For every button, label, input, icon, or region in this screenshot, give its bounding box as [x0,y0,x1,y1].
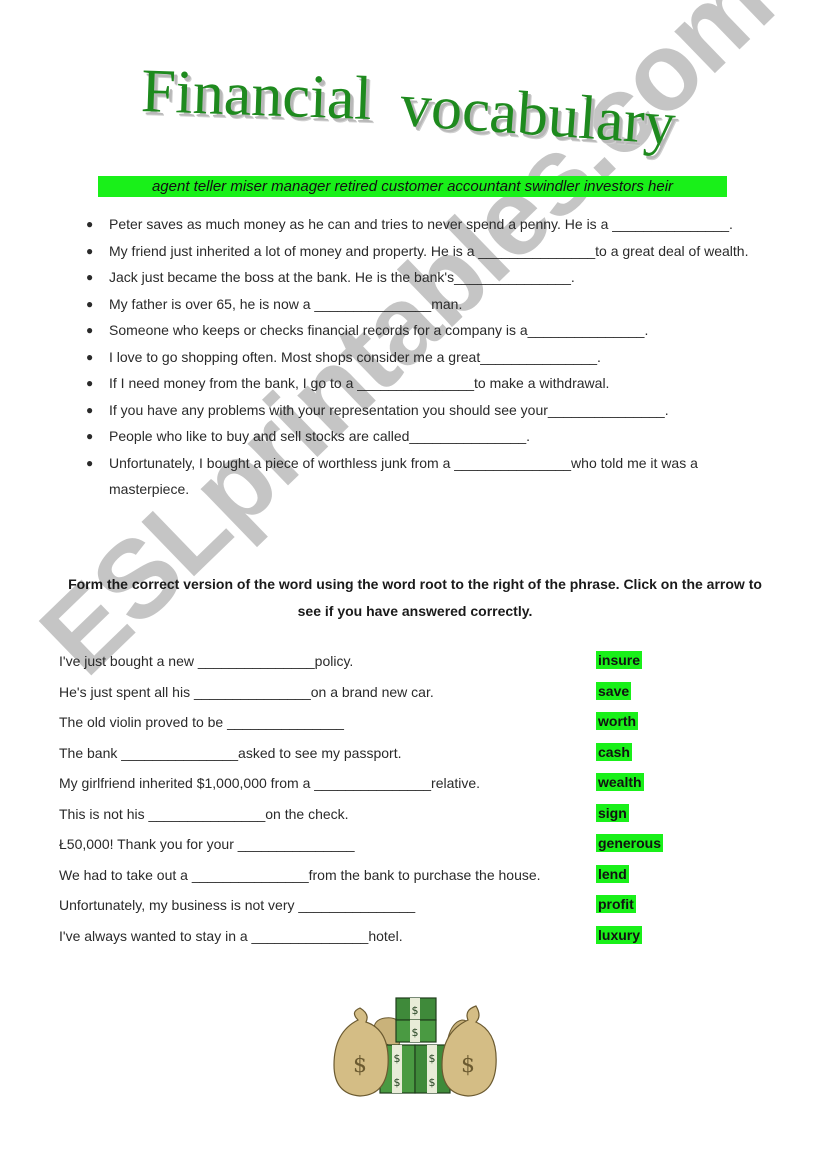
word-root: lend [596,864,629,883]
word-root: wealth [596,773,644,791]
exercise-sentence: My girlfriend inherited $1,000,000 from … [59,775,481,791]
title-word-1: Financial [140,57,374,134]
exercise-sentence: He's just spent all his _______________o… [59,683,434,700]
svg-text:$: $ [412,1004,419,1017]
exercise-row: The bank _______________asked to see my … [59,740,679,771]
bullet-icon: ● [86,217,94,231]
word-root: insure [596,651,643,669]
exercise-row: I've just bought a new _______________po… [59,648,679,679]
exercise-sentence: This is not his _______________on the ch… [59,805,349,822]
svg-text:$: $ [461,1053,475,1078]
list-item-text: Someone who keeps or checks financial re… [109,322,649,338]
exercise-sentence: The old violin proved to be ____________… [59,714,344,730]
list-item-text: My father is over 65, he is now a ______… [109,295,463,312]
instructions: Form the correct version of the word usi… [68,576,762,619]
list-item: ● Jack just became the boss at the bank. … [86,264,776,291]
list-item: ● If I need money from the bank, I go to … [86,370,776,397]
word-root: sign [596,803,629,822]
svg-text:$: $ [412,1026,419,1039]
exercise-row: We had to take out a _______________from… [59,862,679,893]
exercise-row: I've always wanted to stay in a ________… [59,923,679,954]
bullet-icon: ● [86,455,94,470]
exercise-sentence: I've always wanted to stay in a ________… [59,927,403,944]
svg-text:$: $ [394,1052,401,1065]
list-item-text: Jack just became the boss at the bank. H… [109,269,575,285]
title-word-2: vocabulary [398,71,678,159]
exercise-sentence: Ł50,000! Thank you for your ____________… [59,836,355,852]
bullet-icon: ● [86,270,94,284]
exercise-row: The old violin proved to be ____________… [59,709,679,740]
exercise-row: Unfortunately, my business is not very _… [59,892,679,923]
exercise-sentence: I've just bought a new _______________po… [59,653,354,669]
list-item: ● My father is over 65, he is now a _____… [86,291,776,318]
bullet-icon: ● [86,349,94,364]
bullet-icon: ● [86,429,94,443]
money-bags-icon: $ $ $ $ $ $ $ $ [333,997,497,1097]
word-root: cash [596,742,632,761]
svg-text:$: $ [394,1076,401,1089]
bullet-icon: ● [86,243,94,258]
word-bank: agent teller miser manager retired custo… [98,176,727,197]
exercise-sentence: Unfortunately, my business is not very _… [59,897,416,913]
list-item-text: If you have any problems with your repre… [109,401,669,418]
word-root: profit [596,895,636,913]
svg-text:$: $ [429,1052,436,1065]
exercise-row: He's just spent all his _______________o… [59,679,679,710]
word-root: save [596,681,632,700]
page-title: Financial vocabulary [138,52,698,162]
list-item-text: Peter saves as much money as he can and … [109,216,733,232]
list-item: ● Unfortunately, I bought a piece of wort… [86,450,776,503]
list-item: ● People who like to buy and sell stocks … [86,423,776,450]
word-formation-exercise: I've just bought a new _______________po… [59,648,679,953]
list-item: ● Peter saves as much money as he can and… [86,211,776,238]
exercise-sentence: The bank _______________asked to see my … [59,744,402,761]
list-item: ● Someone who keeps or checks financial r… [86,317,776,344]
exercise-sentence: We had to take out a _______________from… [59,866,541,883]
exercise-row: This is not his _______________on the ch… [59,801,679,832]
word-root: worth [596,712,639,730]
exercise-row: My girlfriend inherited $1,000,000 from … [59,770,679,801]
list-item: ● I love to go shopping often. Most shops… [86,344,776,371]
svg-text:$: $ [353,1053,367,1078]
bullet-icon: ● [86,376,94,390]
list-item-text: People who like to buy and sell stocks a… [109,428,531,444]
bullet-icon: ● [86,296,94,311]
list-item: ● My friend just inherited a lot of money… [86,238,776,265]
bullet-icon: ● [86,402,94,417]
list-item-text: My friend just inherited a lot of money … [109,242,749,259]
word-root: generous [596,834,664,852]
list-item-text: If I need money from the bank, I go to a… [109,375,610,391]
svg-text:$: $ [429,1076,436,1089]
fill-in-list: ● Peter saves as much money as he can and… [86,211,776,503]
list-item-text: Unfortunately, I bought a piece of worth… [109,454,698,498]
exercise-row: Ł50,000! Thank you for your ____________… [59,831,679,862]
list-item: ● If you have any problems with your repr… [86,397,776,424]
word-root: luxury [596,925,643,944]
bullet-icon: ● [86,323,94,337]
list-item-text: I love to go shopping often. Most shops … [109,348,601,365]
